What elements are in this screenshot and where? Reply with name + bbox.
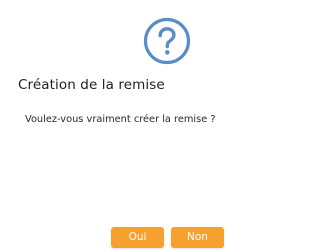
dialog-message: Voulez-vous vraiment créer la remise ? — [25, 114, 216, 125]
yes-button[interactable]: Oui — [111, 227, 164, 248]
question-circle-icon — [143, 17, 191, 65]
dialog-title: Création de la remise — [18, 77, 165, 93]
confirm-dialog: Création de la remise Voulez-vous vraime… — [0, 0, 334, 252]
no-button[interactable]: Non — [171, 227, 224, 248]
